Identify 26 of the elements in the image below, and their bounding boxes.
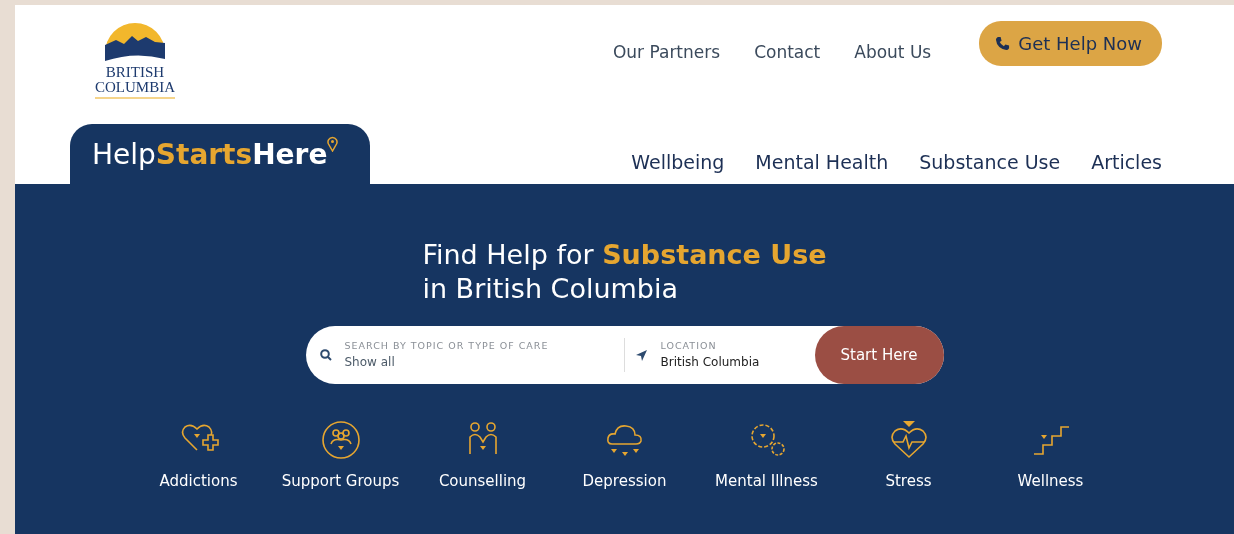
heart-pulse-icon xyxy=(888,420,929,460)
nav-link[interactable]: Substance Use xyxy=(919,147,1061,176)
hero-heading: Find Help for Substance Use in British Columbia xyxy=(422,238,827,306)
search-icon xyxy=(319,349,332,361)
category-link[interactable]: Wellness xyxy=(979,420,1122,493)
nav-link[interactable]: About Us xyxy=(854,39,932,66)
category-link[interactable]: Counselling xyxy=(411,420,554,493)
category-link[interactable]: Addictions xyxy=(127,420,270,493)
category-link[interactable]: Depression xyxy=(553,420,696,493)
category-link[interactable]: Stress xyxy=(837,420,980,493)
nav-link[interactable]: Wellbeing xyxy=(631,147,725,176)
logo-text: BRITISH COLUMBIA xyxy=(95,65,175,99)
nav-link[interactable]: Mental Health xyxy=(755,147,889,176)
nav-link[interactable]: Our Partners xyxy=(612,39,721,66)
topic-field[interactable]: SEARCH BY TOPIC OR TYPE OF CARE Show all xyxy=(344,338,549,372)
nav-link[interactable]: Contact xyxy=(754,39,821,66)
location-field[interactable]: LOCATION British Columbia xyxy=(660,338,760,372)
phone-icon xyxy=(995,36,1011,51)
category-link[interactable]: Mental Illness xyxy=(695,420,838,493)
nav-link[interactable]: Articles xyxy=(1091,147,1162,176)
get-help-button[interactable]: Get Help Now xyxy=(979,21,1162,66)
navigation-arrow-icon xyxy=(634,348,648,362)
category-link[interactable]: Support Groups xyxy=(269,420,412,493)
people-circle-icon xyxy=(320,420,361,460)
brand-logo[interactable]: HelpStartsHere xyxy=(70,124,371,184)
start-here-button[interactable]: Start Here xyxy=(814,326,944,384)
